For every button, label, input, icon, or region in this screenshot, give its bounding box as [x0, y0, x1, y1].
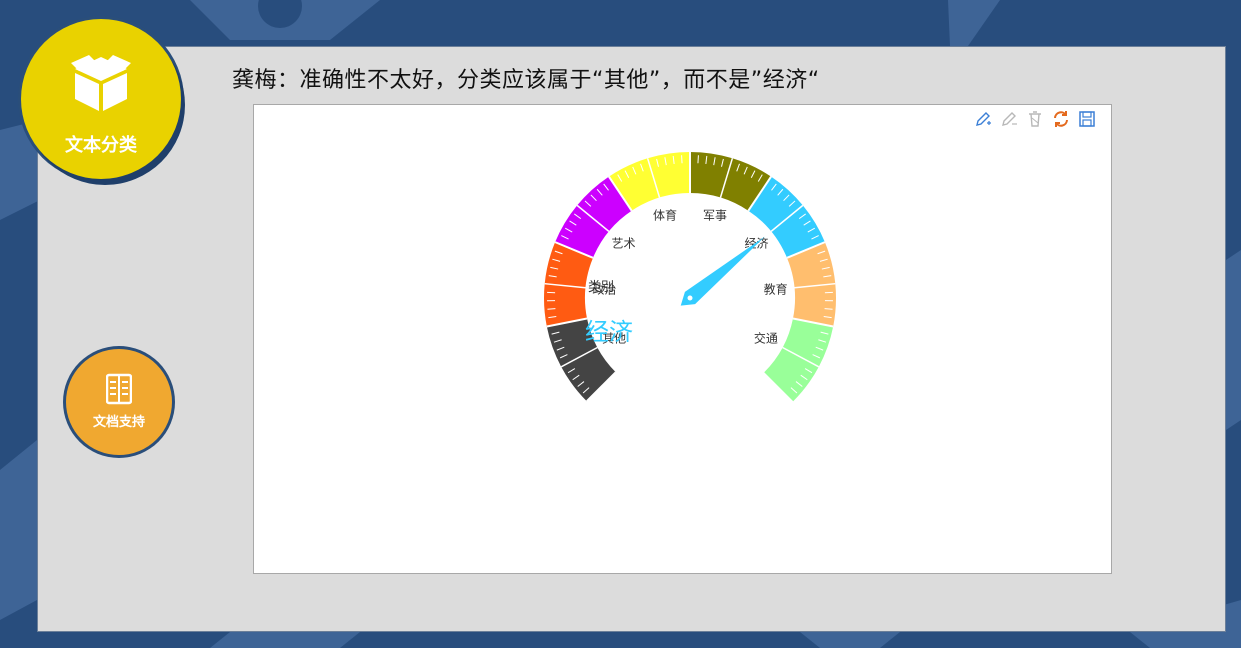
gauge-tick [547, 308, 556, 310]
gauge-chart: 其他政治艺术体育军事经济教育交通 类别 经济 [544, 152, 836, 402]
gauge-category-label: 教育 [764, 282, 788, 297]
gauge-pointer [680, 236, 765, 306]
gauge-category-label: 军事 [703, 209, 727, 223]
gauge-category-label: 交通 [754, 331, 778, 346]
box-icon [71, 55, 131, 111]
gauge-title: 类别 [588, 280, 614, 295]
gauge-category-label: 体育 [653, 208, 677, 223]
gauge-chart-canvas: 其他政治艺术体育军事经济教育交通 类别 经济 [253, 104, 1112, 574]
badge-doc-label: 文档支持 [92, 415, 145, 430]
text-classification-badge[interactable]: 文本分类 [21, 19, 181, 179]
gauge-pointer-hub [687, 295, 693, 301]
badge-main-label: 文本分类 [65, 135, 137, 156]
gauge-category-label: 艺术 [612, 236, 636, 250]
book-icon [106, 373, 132, 405]
gauge-tick [824, 308, 833, 310]
page-headline: 龚梅：准确性不太好，分类应该属于“其他”，而不是”经济“ [232, 68, 820, 93]
gauge-value-label: 经济 [585, 318, 633, 346]
doc-support-badge[interactable]: 文档支持 [66, 349, 172, 455]
